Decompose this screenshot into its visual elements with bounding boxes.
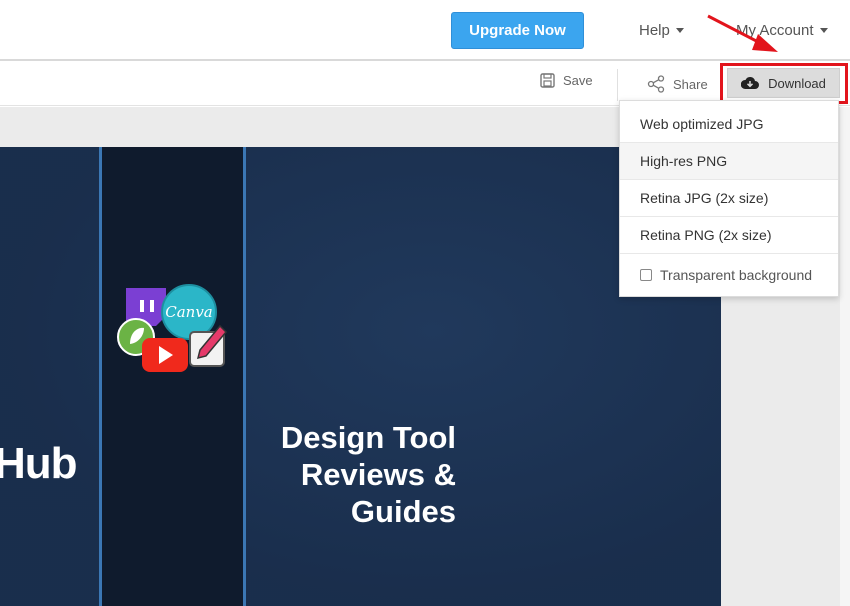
- menu-item-retina-jpg[interactable]: Retina JPG (2x size): [620, 180, 838, 217]
- save-label: Save: [563, 73, 593, 88]
- menu-item-retina-png[interactable]: Retina PNG (2x size): [620, 217, 838, 254]
- youtube-icon: [142, 338, 188, 372]
- help-menu[interactable]: Help: [639, 22, 684, 39]
- save-button[interactable]: Save: [540, 73, 593, 88]
- transparent-background-option[interactable]: Transparent background: [620, 254, 838, 296]
- canva-logo-text: Canva: [165, 303, 213, 321]
- caret-down-icon: [675, 28, 684, 33]
- transparent-background-checkbox[interactable]: [640, 269, 652, 281]
- download-format-menu: Web optimized JPG High-res PNG Retina JP…: [619, 100, 839, 297]
- help-label: Help: [639, 22, 670, 39]
- caret-down-icon: [819, 28, 828, 33]
- share-label: Share: [673, 76, 708, 92]
- share-button[interactable]: Share: [647, 75, 708, 93]
- canva-icon: Canva: [161, 284, 217, 340]
- headline-line-2: Reviews &: [300, 457, 456, 492]
- headline-line-3: Guides: [350, 494, 456, 529]
- editor-pencil-icon: [189, 324, 228, 367]
- menu-item-high-res-png[interactable]: High-res PNG: [620, 143, 838, 180]
- save-icon: [540, 73, 555, 88]
- red-arrow-annotation: [707, 14, 778, 52]
- transparent-background-label: Transparent background: [660, 267, 813, 283]
- upgrade-now-button[interactable]: Upgrade Now: [451, 12, 584, 49]
- headline-line-1: Design Tool: [280, 420, 456, 455]
- download-highlight-box: [720, 63, 848, 104]
- canvas-left-text: Hub: [0, 439, 78, 488]
- workspace-scrollbar[interactable]: [840, 107, 850, 606]
- design-canvas[interactable]: Hub Design Tool Reviews & Guides: [0, 147, 721, 606]
- toolbar-divider: [617, 69, 618, 101]
- menu-item-web-optimized-jpg[interactable]: Web optimized JPG: [620, 106, 838, 143]
- share-icon: [647, 75, 665, 93]
- app-icons-collage: Canva: [117, 284, 228, 372]
- canvas-headline: Design Tool Reviews & Guides: [256, 419, 456, 530]
